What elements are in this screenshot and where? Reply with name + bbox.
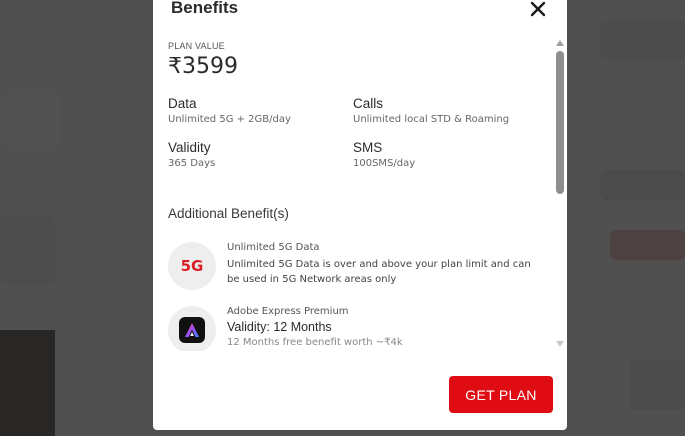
5g-icon: 5G bbox=[168, 242, 216, 290]
adobe-express-icon bbox=[168, 306, 216, 351]
get-plan-button[interactable]: GET PLAN bbox=[449, 376, 553, 413]
close-icon bbox=[530, 1, 546, 17]
data-value: Unlimited 5G + 2GB/day bbox=[168, 114, 291, 125]
benefit-text: Adobe Express Premium Validity: 12 Month… bbox=[227, 306, 542, 348]
5g-icon-label: 5G bbox=[180, 257, 204, 275]
benefits-scroll-area[interactable]: PLAN VALUE ₹3599 Data Unlimited 5G + 2GB… bbox=[153, 36, 567, 351]
data-detail: Data Unlimited 5G + 2GB/day bbox=[168, 96, 291, 125]
calls-title: Calls bbox=[353, 96, 384, 111]
benefit-name: Unlimited 5G Data bbox=[227, 242, 320, 253]
sms-detail: SMS 100SMS/day bbox=[353, 140, 415, 169]
calls-detail: Calls Unlimited local STD & Roaming bbox=[353, 96, 509, 125]
benefit-text: Unlimited 5G Data Unlimited 5G Data is o… bbox=[227, 242, 542, 287]
close-button[interactable] bbox=[529, 0, 547, 18]
modal-header: Benefits bbox=[153, 0, 567, 26]
scroll-up-arrow-icon[interactable] bbox=[556, 40, 564, 46]
data-title: Data bbox=[168, 96, 197, 111]
adobe-express-logo bbox=[179, 317, 205, 343]
scroll-down-arrow-icon[interactable] bbox=[556, 341, 564, 347]
benefit-validity: Validity: 12 Months bbox=[227, 320, 332, 334]
plan-value: ₹3599 bbox=[168, 54, 238, 79]
validity-value: 365 Days bbox=[168, 158, 216, 169]
modal-title: Benefits bbox=[171, 0, 239, 17]
sms-value: 100SMS/day bbox=[353, 158, 416, 169]
calls-value: Unlimited local STD & Roaming bbox=[353, 114, 510, 125]
validity-title: Validity bbox=[168, 140, 211, 155]
benefits-modal: Benefits PLAN VALUE ₹3599 Data Unlimited… bbox=[153, 0, 567, 430]
benefit-description: Unlimited 5G Data is over and above your… bbox=[227, 259, 531, 285]
benefit-worth: 12 Months free benefit worth ~₹4k bbox=[227, 337, 403, 348]
benefit-name: Adobe Express Premium bbox=[227, 306, 349, 317]
sms-title: SMS bbox=[353, 140, 383, 155]
scrollbar-thumb[interactable] bbox=[556, 51, 564, 194]
additional-benefits-title: Additional Benefit(s) bbox=[168, 206, 289, 221]
plan-value-label: PLAN VALUE bbox=[168, 41, 225, 51]
scrollbar[interactable] bbox=[554, 36, 566, 351]
validity-detail: Validity 365 Days bbox=[168, 140, 215, 169]
